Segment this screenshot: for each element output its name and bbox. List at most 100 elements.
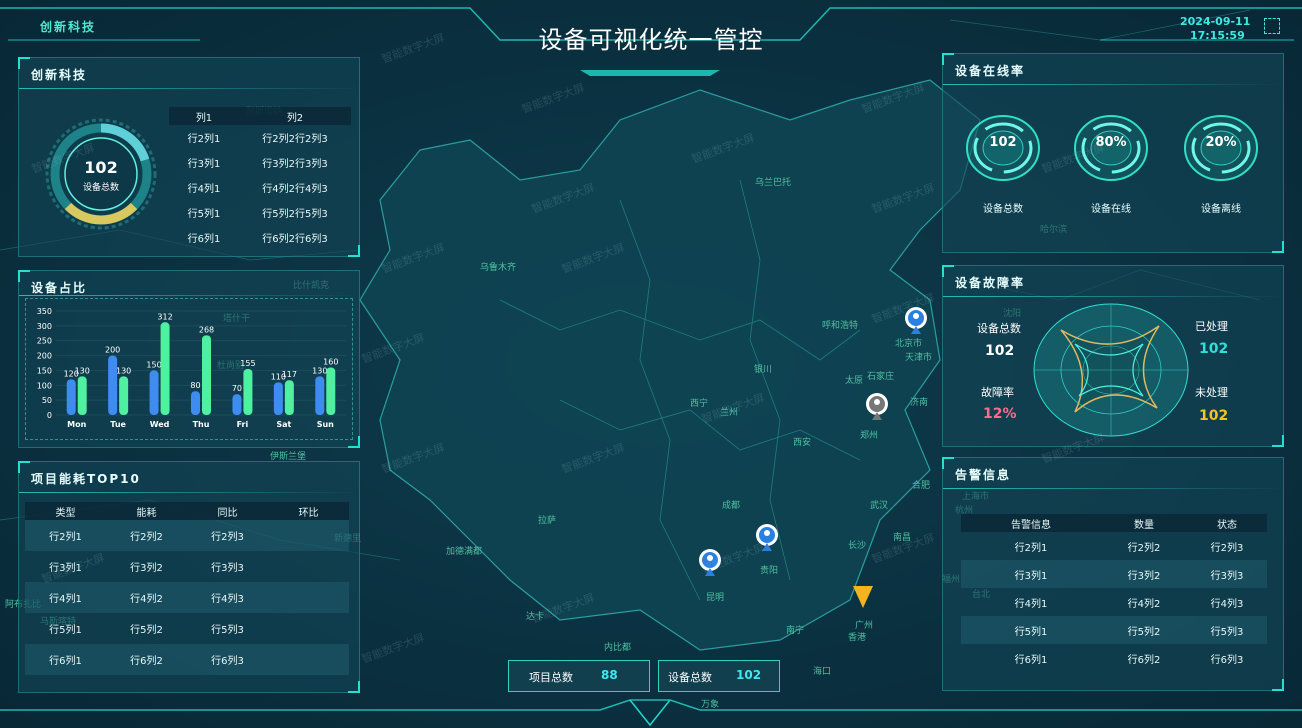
project-total-value: 88 [601, 668, 618, 682]
table-cell: 行6列2 [1127, 654, 1161, 666]
table-cell: 行3列2 [1127, 570, 1161, 582]
unhandled-label: 未处理 [1195, 386, 1228, 399]
bar-value-label: 130 [312, 366, 327, 375]
column-header: 环比 [298, 507, 319, 519]
table-cell: 行4列1 [49, 594, 82, 605]
online-ring-value: 20% [1205, 135, 1237, 150]
table-cell: 行6列1 [49, 656, 82, 667]
column-header: 类型 [55, 507, 76, 519]
panel-title: 告警信息 [955, 468, 1012, 482]
fault-rate-value: 12% [983, 406, 1017, 422]
y-tick-label: 100 [37, 381, 52, 390]
table-row: 行5列1 行5列2 行5列3 [961, 616, 1267, 644]
panel-title: 设备故障率 [955, 276, 1026, 290]
table-cell: 行2列2 [1127, 542, 1161, 554]
header-date: 2024-09-11 [1180, 15, 1251, 28]
column-header: 能耗 [136, 507, 157, 519]
table-cell: 行5列1 [187, 209, 221, 220]
column-header: 数量 [1134, 519, 1154, 531]
x-tick-label: Thu [193, 420, 210, 429]
table-row: 行6列1 行6列2 行6列3 [961, 644, 1267, 672]
table-row: 行4列1 行4列2行4列3 [169, 175, 351, 200]
bar [243, 368, 253, 415]
table-cell: 行5列1 [1014, 626, 1048, 638]
panel-title: 创新科技 [31, 68, 88, 82]
x-tick-label: Sun [317, 420, 334, 429]
table-cell: 行5列3 [211, 625, 244, 636]
bar [202, 335, 211, 415]
table-cell: 行6列2行6列3 [262, 234, 328, 245]
table-row: 行2列1 行2列2 行2列3 [961, 532, 1267, 560]
bar [315, 376, 325, 415]
fullscreen-icon[interactable] [1264, 18, 1280, 34]
table-row: 行4列1行4列2行4列3 [961, 588, 1267, 616]
table-cell: 行3列1 [187, 159, 221, 170]
location-marker-zhengzhou [866, 393, 888, 420]
table-cell: 行2列3 [1210, 542, 1244, 554]
handled-label: 已处理 [1195, 320, 1228, 333]
alarm-table: 告警信息 数量 状态 行2列1 行2列2 行2列3 行3列1 行3列2 行3列3 行4列1 行… [961, 514, 1267, 672]
table-cell: 行2列1 [1014, 542, 1048, 554]
handled-value: 102 [1199, 341, 1229, 357]
table-cell: 行4列3 [1210, 598, 1244, 610]
column-header: 告警信息 [1011, 519, 1051, 531]
x-tick-label: Tue [110, 420, 126, 429]
bar-value-label: 312 [157, 312, 172, 321]
header-time: 17:15:59 [1190, 29, 1245, 42]
y-tick-label: 250 [37, 337, 52, 346]
table-cell: 行2列2行2列3 [262, 134, 328, 145]
x-tick-label: Sat [276, 420, 291, 429]
y-tick-label: 350 [37, 307, 52, 316]
online-ring-label: 设备离线 [1201, 204, 1241, 215]
device-total-label: 设备总数 [82, 183, 119, 193]
table-cell: 行5列2 [1127, 626, 1161, 638]
x-tick-label: Wed [150, 420, 170, 429]
location-marker-guangdong [853, 586, 873, 608]
column-header: 列1 [195, 112, 213, 124]
bar [191, 391, 200, 415]
table-cell: 行6列3 [211, 656, 244, 667]
table-row: 行2列1 行2列2 行2列3 [25, 520, 349, 551]
table-cell: 行5列2 [130, 625, 163, 636]
bar-value-label: 200 [105, 346, 120, 355]
y-tick-label: 50 [42, 396, 52, 405]
device-total-label: 设备总数 [668, 671, 712, 684]
bar [160, 322, 170, 415]
table-cell: 行5列2行5列3 [262, 209, 328, 220]
bar-value-label: 70 [232, 384, 242, 393]
table-cell: 行3列3 [211, 563, 244, 574]
bar-value-label: 130 [75, 366, 90, 375]
bar [326, 367, 336, 415]
table-cell: 行5列3 [1210, 626, 1244, 638]
column-header: 状态 [1217, 519, 1237, 531]
table-cell: 行4列1 [187, 184, 221, 195]
panel-title: 项目能耗TOP10 [31, 472, 141, 486]
table-cell: 行2列2 [130, 532, 163, 543]
y-tick-label: 300 [37, 322, 52, 331]
column-header: 同比 [217, 507, 238, 519]
panel-title: 设备在线率 [955, 64, 1026, 78]
bar-value-label: 268 [199, 325, 214, 334]
fault-total-label: 设备总数 [977, 322, 1021, 335]
bar-value-label: 160 [323, 357, 338, 366]
y-tick-label: 0 [47, 411, 52, 420]
panel1-table: 列1 列2 行2列1 行2列2行2列3 行3列1 行3列2行3列3 行4列1 行4列2行4… [169, 107, 351, 250]
online-ring-label: 设备在线 [1091, 204, 1131, 215]
bar [232, 394, 242, 415]
table-row: 行5列1 行5列2行5列3 [169, 200, 351, 225]
table-cell: 行4列2 [1127, 598, 1161, 610]
table-row: 行4列1行4列2行4列3 [25, 582, 349, 613]
table-cell: 行6列1 [1014, 654, 1048, 666]
table-cell: 行5列1 [49, 625, 82, 636]
table-cell: 行2列1 [187, 134, 221, 145]
y-tick-label: 150 [37, 366, 52, 375]
panel-title: 设备占比 [31, 281, 88, 295]
bar-value-label: 155 [240, 359, 255, 368]
fault-radar-graphic [1033, 303, 1189, 437]
page-title: 设备可视化统一管控 [538, 26, 764, 54]
device-total-value: 102 [84, 158, 118, 177]
table-cell: 行4列2行4列3 [262, 184, 328, 195]
table-row: 行3列1 行3列2行3列3 [169, 150, 351, 175]
table-cell: 行3列3 [1210, 570, 1244, 582]
device-total-value: 102 [736, 668, 762, 682]
